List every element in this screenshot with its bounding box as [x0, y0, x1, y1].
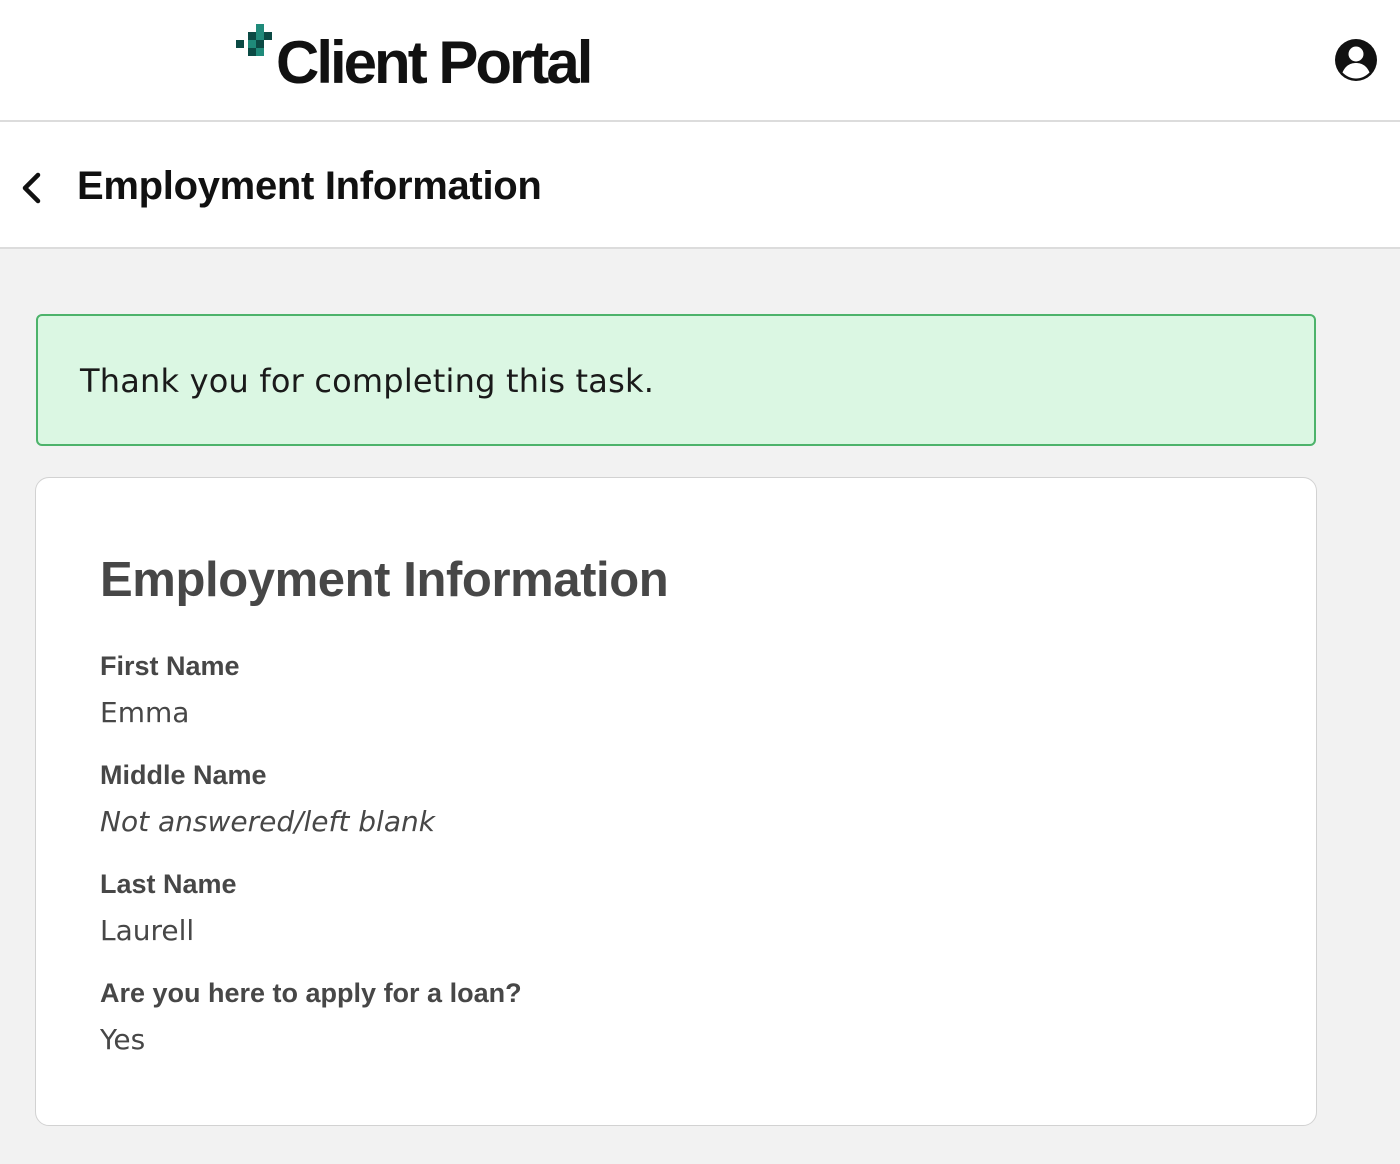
page-title: Employment Information: [77, 164, 542, 208]
field-label: First Name: [100, 651, 240, 681]
loan-application-field: Are you here to apply for a loan? Yes: [100, 977, 522, 1056]
client-portal-logo[interactable]: Client Portal: [234, 24, 593, 96]
first-name-field: First Name Emma: [100, 650, 240, 729]
field-label: Middle Name: [100, 760, 267, 790]
logo-text: Client Portal: [276, 29, 593, 96]
logo-cross-icon: [236, 24, 272, 56]
success-alert-message: Thank you for completing this task.: [80, 362, 655, 400]
field-value-blank: Not answered/left blank: [100, 805, 435, 838]
last-name-field: Last Name Laurell: [100, 868, 237, 947]
field-label: Last Name: [100, 869, 237, 899]
employment-info-card: Employment Information First Name Emma M…: [35, 477, 1317, 1126]
middle-name-field: Middle Name Not answered/left blank: [100, 759, 435, 838]
field-label: Are you here to apply for a loan?: [100, 978, 522, 1008]
field-value: Emma: [100, 696, 190, 729]
account-button[interactable]: [1334, 38, 1378, 82]
page-header: Employment Information: [0, 122, 1400, 249]
success-alert: Thank you for completing this task.: [36, 314, 1316, 446]
back-button[interactable]: [18, 170, 48, 206]
account-circle-icon: [1335, 39, 1377, 81]
field-value: Laurell: [100, 914, 195, 947]
field-value: Yes: [100, 1023, 146, 1056]
top-navigation-bar: Client Portal: [0, 0, 1400, 122]
chevron-left-icon: [22, 172, 41, 204]
card-title: Employment Information: [100, 553, 669, 607]
